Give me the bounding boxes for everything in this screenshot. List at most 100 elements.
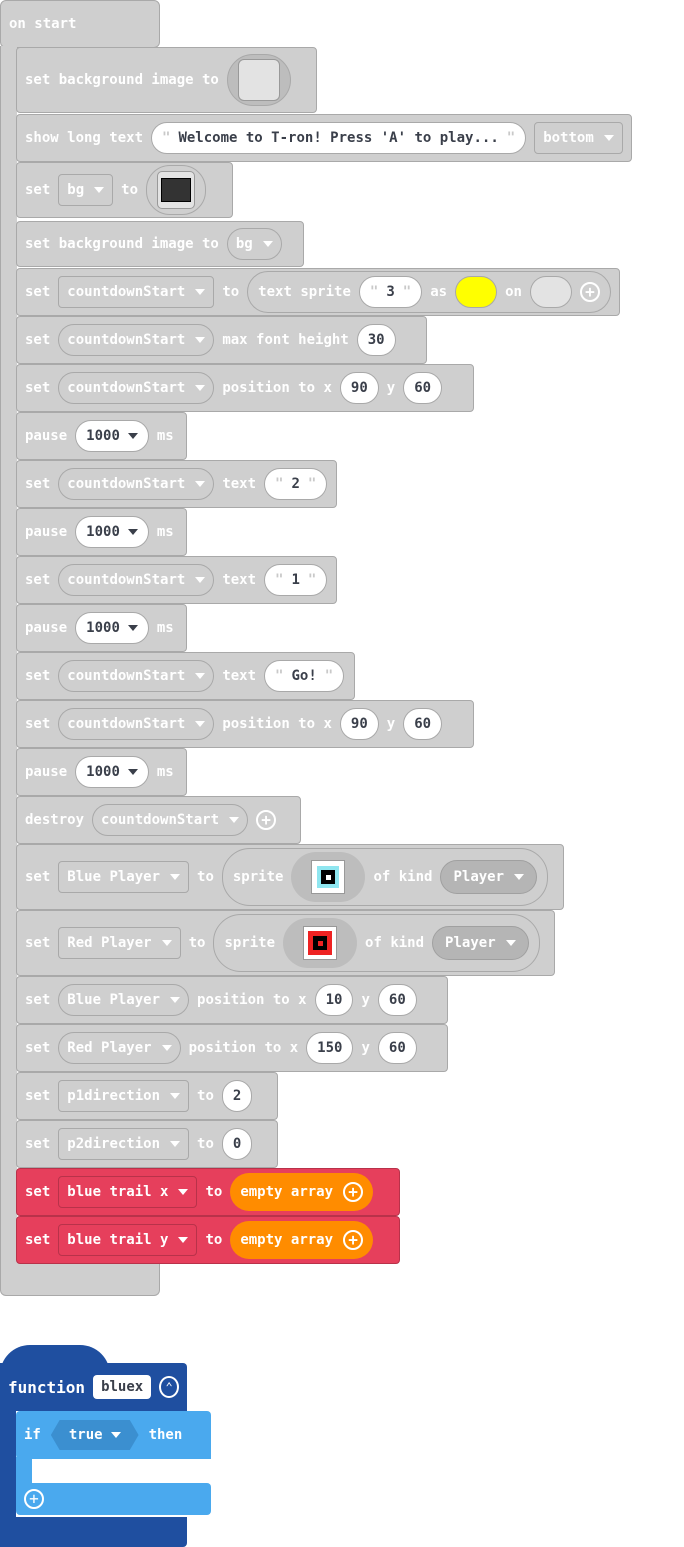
text-sprite-oval[interactable]: text sprite " 3 " as on +: [247, 271, 611, 313]
x-input[interactable]: 150: [306, 1032, 354, 1064]
countdown-sprite-dropdown[interactable]: countdownStart: [58, 708, 215, 740]
kind-dropdown[interactable]: Player: [432, 926, 529, 960]
text-input[interactable]: " 1 ": [264, 564, 328, 596]
x-input[interactable]: 90: [339, 708, 379, 740]
red-player-dropdown[interactable]: Red Player: [58, 927, 181, 959]
empty-array-block[interactable]: empty array +: [230, 1221, 374, 1259]
max-font-height-block[interactable]: set countdownStart max font height 30: [16, 316, 427, 364]
pause-duration-dropdown[interactable]: 1000: [75, 612, 149, 644]
countdown-sprite-dropdown[interactable]: countdownStart: [58, 468, 215, 500]
background-color-swatch[interactable]: [529, 276, 572, 308]
position-dropdown[interactable]: bottom: [534, 122, 623, 154]
sprite-image-holder[interactable]: [291, 852, 366, 902]
pause-block-1[interactable]: pause 1000 ms: [16, 412, 187, 460]
if-block[interactable]: if true then +: [16, 1411, 211, 1523]
blue-player-position-block[interactable]: set Blue Player position to x 10 y 60: [16, 976, 448, 1024]
countdown-sprite-dropdown[interactable]: countdownStart: [58, 372, 215, 404]
plus-icon[interactable]: +: [579, 282, 600, 302]
foreground-color-swatch[interactable]: [455, 276, 498, 308]
bg-variable-dropdown[interactable]: bg: [58, 174, 114, 206]
sprite-oval[interactable]: sprite of kind Player: [221, 848, 549, 906]
red-player-dropdown[interactable]: Red Player: [58, 1032, 181, 1064]
blue-player-dropdown[interactable]: Blue Player: [58, 984, 190, 1016]
pause-block-3[interactable]: pause 1000 ms: [16, 604, 187, 652]
x-input[interactable]: 90: [339, 372, 379, 404]
pause-block-4[interactable]: pause 1000 ms: [16, 748, 187, 796]
countdown-sprite-dropdown[interactable]: countdownStart: [92, 804, 249, 836]
countdown-variable-dropdown[interactable]: countdownStart: [58, 276, 215, 308]
set-text-block-2[interactable]: set countdownStart text " 2 ": [16, 460, 337, 508]
set-blue-trail-y-block[interactable]: set blue trail y to empty array +: [16, 1216, 400, 1264]
p1direction-name: p1direction: [67, 1088, 161, 1104]
plus-icon[interactable]: +: [24, 1489, 44, 1509]
function-name-input[interactable]: bluex: [93, 1375, 152, 1399]
p2direction-dropdown[interactable]: p2direction: [58, 1128, 190, 1160]
on-start-block[interactable]: on start: [0, 0, 160, 48]
text-label: text: [222, 572, 257, 588]
condition-dropdown[interactable]: true: [50, 1420, 139, 1450]
set-background-image-block[interactable]: set background image to: [16, 47, 317, 113]
set-blue-trail-x-block[interactable]: set blue trail x to empty array +: [16, 1168, 400, 1216]
x-value: 90: [350, 380, 368, 396]
pause-block-2[interactable]: pause 1000 ms: [16, 508, 187, 556]
text-input[interactable]: " 2 ": [264, 468, 328, 500]
long-text-input[interactable]: " Welcome to T-ron! Press 'A' to play... ": [151, 122, 527, 154]
pause-duration-dropdown[interactable]: 1000: [75, 516, 149, 548]
blue-trail-y-dropdown[interactable]: blue trail y: [58, 1224, 198, 1256]
sprite-text-input[interactable]: " 3 ": [358, 276, 423, 308]
show-long-text-block[interactable]: show long text " Welcome to T-ron! Press …: [16, 114, 632, 162]
image-thumbnail[interactable]: [237, 59, 280, 101]
font-height-input[interactable]: 30: [356, 324, 396, 356]
y-input[interactable]: 60: [377, 984, 417, 1016]
blue-player-dropdown[interactable]: Blue Player: [58, 861, 190, 893]
collapse-icon[interactable]: ⌃: [159, 1376, 179, 1398]
set-p2direction-block[interactable]: set p2direction to 0: [16, 1120, 278, 1168]
x-input[interactable]: 10: [314, 984, 354, 1016]
destroy-block[interactable]: destroy countdownStart +: [16, 796, 301, 844]
on-start-spine: [0, 46, 17, 1276]
countdown-sprite-dropdown[interactable]: countdownStart: [58, 660, 215, 692]
chevron-down-icon: [110, 1432, 121, 1438]
bg-image-thumbnail[interactable]: [157, 171, 196, 209]
countdown-sprite-dropdown[interactable]: countdownStart: [58, 324, 215, 356]
p1direction-input[interactable]: 2: [221, 1080, 253, 1112]
blue-trail-x-dropdown[interactable]: blue trail x: [58, 1176, 198, 1208]
set-label: set: [25, 380, 51, 396]
blue-player-sprite-block[interactable]: set Blue Player to sprite of kind Player: [16, 844, 564, 910]
plus-icon[interactable]: +: [343, 1230, 364, 1250]
position-block-2[interactable]: set countdownStart position to x 90 y 60: [16, 700, 474, 748]
y-input[interactable]: 60: [377, 1032, 417, 1064]
pause-duration-dropdown[interactable]: 1000: [75, 756, 149, 788]
red-player-position-block[interactable]: set Red Player position to x 150 y 60: [16, 1024, 448, 1072]
text-sprite-block[interactable]: set countdownStart to text sprite " 3 " as…: [16, 268, 620, 316]
set-p1direction-block[interactable]: set p1direction to 2: [16, 1072, 278, 1120]
function-block[interactable]: function bluex ⌃ if true then +: [0, 1345, 211, 1547]
sprite-oval[interactable]: sprite of kind Player: [213, 914, 540, 972]
position-block-1[interactable]: set countdownStart position to x 90 y 60: [16, 364, 474, 412]
set-text-block-1[interactable]: set countdownStart text " 1 ": [16, 556, 337, 604]
kind-dropdown[interactable]: Player: [440, 860, 538, 894]
red-player-sprite-block[interactable]: set Red Player to sprite of kind Player: [16, 910, 555, 976]
bg-var-dropdown[interactable]: bg: [226, 228, 282, 260]
bg-image-oval[interactable]: [146, 165, 207, 215]
countdown-sprite-dropdown[interactable]: countdownStart: [58, 564, 215, 596]
plus-icon[interactable]: +: [343, 1182, 364, 1202]
x-value: 150: [317, 1040, 343, 1056]
x-value: 10: [325, 992, 343, 1008]
set-text-block-go[interactable]: set countdownStart text " Go! ": [16, 652, 355, 700]
text-label: text: [222, 668, 257, 684]
chevron-down-icon: [127, 769, 138, 775]
if-header: if true then: [16, 1411, 211, 1459]
y-input[interactable]: 60: [403, 372, 443, 404]
plus-icon[interactable]: +: [256, 810, 277, 830]
p2direction-input[interactable]: 0: [221, 1128, 253, 1160]
set-bg-block[interactable]: set bg to: [16, 162, 233, 218]
pause-duration-dropdown[interactable]: 1000: [75, 420, 149, 452]
y-input[interactable]: 60: [403, 708, 443, 740]
image-picker-oval[interactable]: [226, 54, 291, 106]
set-background-image-var-block[interactable]: set background image to bg: [16, 221, 304, 267]
sprite-image-holder[interactable]: [283, 918, 358, 968]
empty-array-block[interactable]: empty array +: [230, 1173, 374, 1211]
p1direction-dropdown[interactable]: p1direction: [58, 1080, 190, 1112]
text-input[interactable]: " Go! ": [264, 660, 345, 692]
